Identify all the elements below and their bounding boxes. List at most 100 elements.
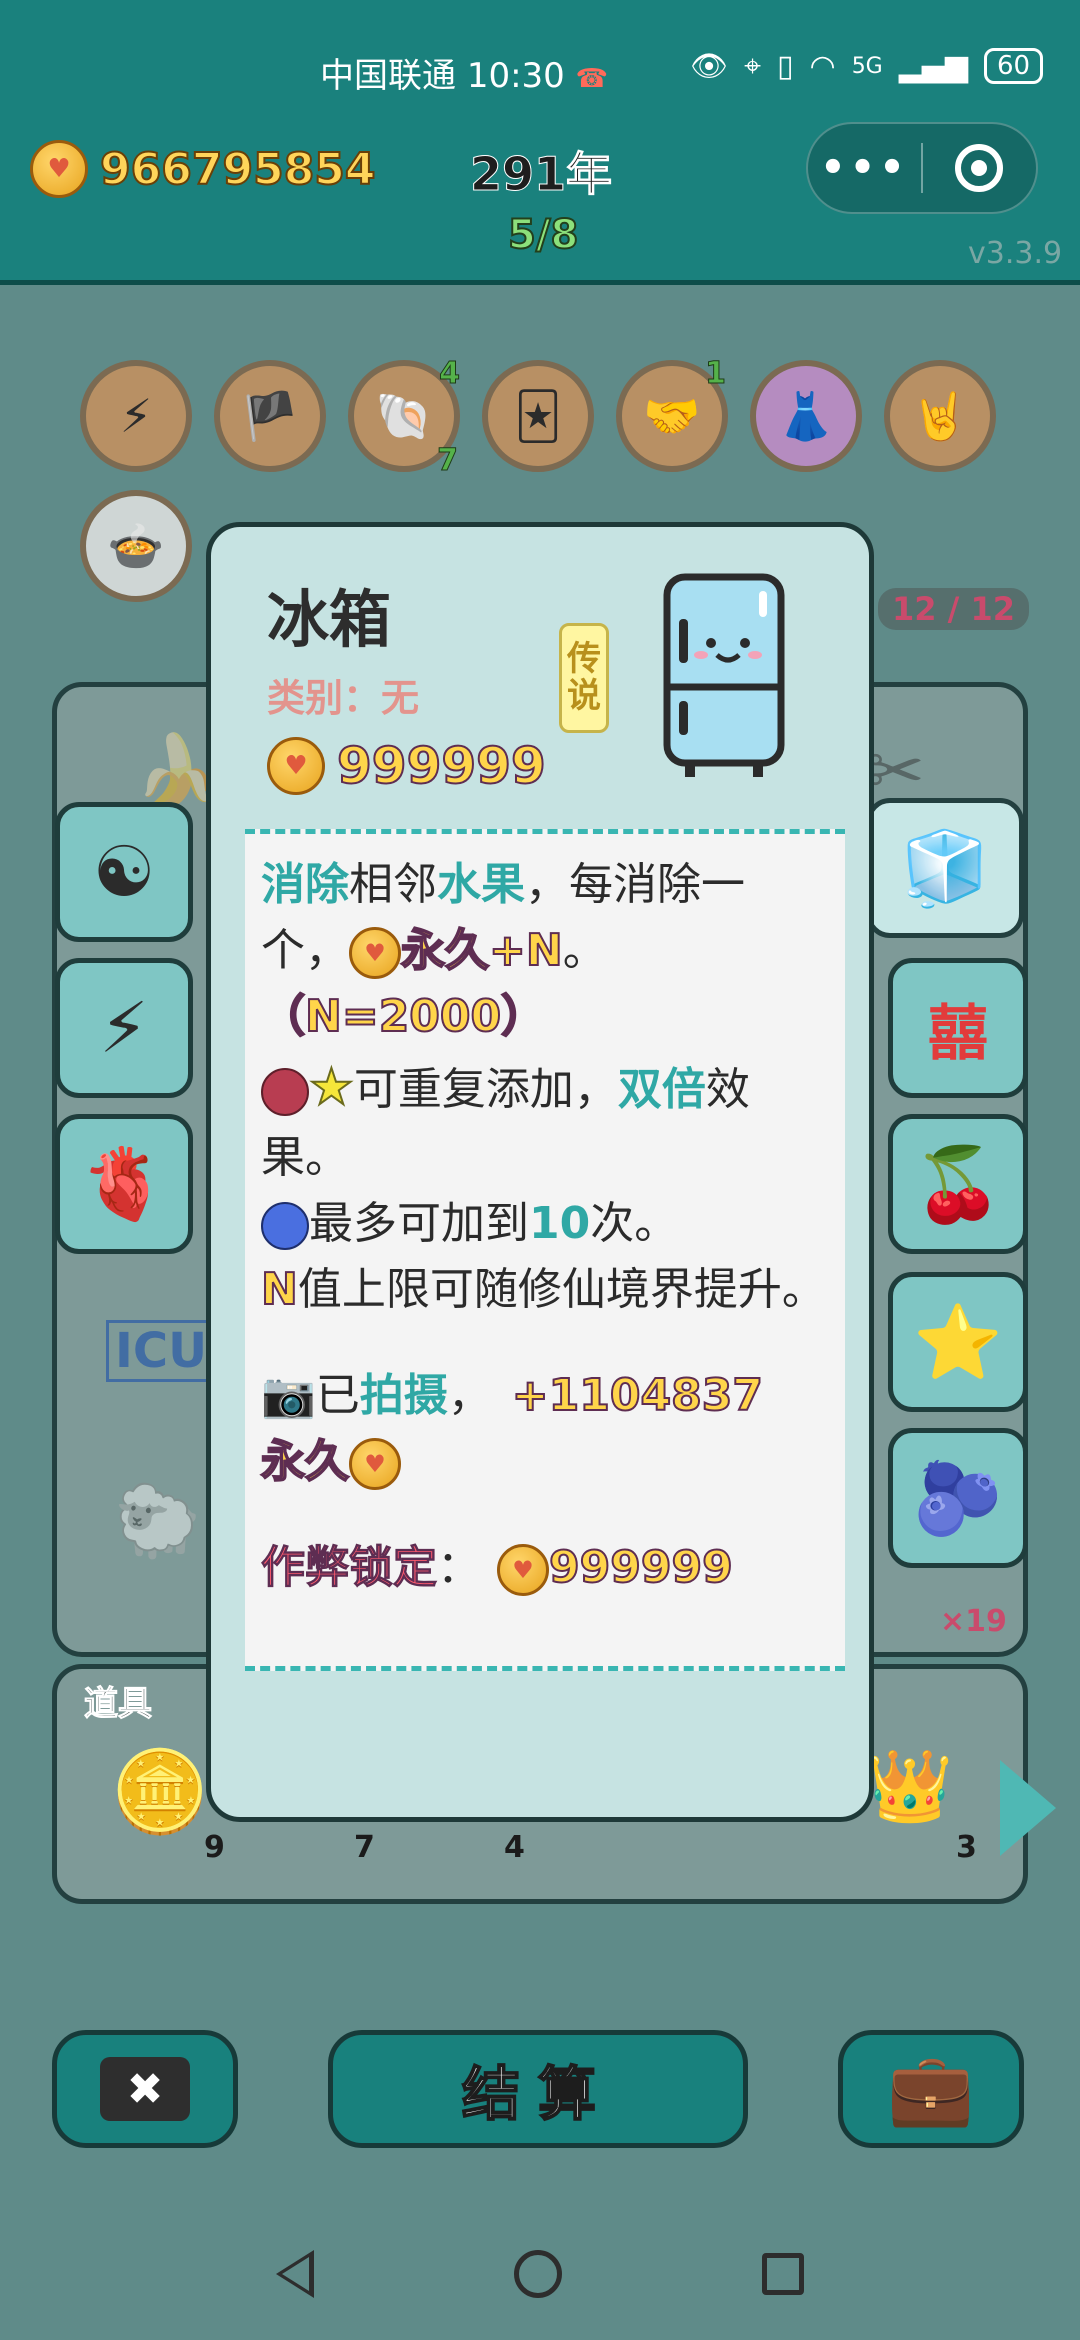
- shell-badge-icon[interactable]: 🐚 4 7: [348, 356, 460, 479]
- board-counter: 12 / 12: [878, 588, 1030, 630]
- desc-highlight: +1104837: [511, 1369, 764, 1422]
- item-title: 冰箱: [267, 583, 392, 656]
- desc-text: 可重复添加，: [353, 1064, 618, 1115]
- desc-text: 已: [315, 1370, 360, 1421]
- vibrate-icon: ▯: [776, 48, 794, 84]
- lightning-tile-icon[interactable]: ⚡: [55, 958, 193, 1098]
- pirate-badge-icon[interactable]: 🏴: [214, 360, 326, 472]
- badge-row-2: 🍲: [80, 490, 192, 602]
- network-label: 5G: [851, 53, 883, 79]
- desc-highlight: N: [260, 1263, 299, 1316]
- duck-pot-badge-icon[interactable]: 🍲: [80, 490, 192, 602]
- desc-line-6: 📷已拍摄， +1104837: [261, 1363, 829, 1429]
- coin-icon: ♥: [349, 927, 401, 979]
- recent-apps-icon[interactable]: [762, 2253, 804, 2295]
- handshake-badge-icon[interactable]: 🤝 1: [616, 356, 728, 472]
- liver-tile-icon[interactable]: 🫀: [55, 1114, 193, 1254]
- wifi-icon: ◠: [809, 48, 836, 84]
- coin-icon: ♥: [30, 140, 88, 198]
- desc-text: 值上限可随修仙境界提升。: [297, 1264, 826, 1315]
- desc-text: 最多可加到: [309, 1198, 529, 1249]
- crown-tool-icon[interactable]: 👑: [866, 1745, 953, 1828]
- desc-highlight: （N=2000）: [260, 990, 546, 1043]
- desc-keyword: 消除: [261, 859, 349, 910]
- target-icon: [955, 144, 1004, 192]
- rarity-tag-char: 传: [567, 638, 601, 679]
- rarity-tag: 传 说: [559, 623, 609, 733]
- stage-label: 5/8: [507, 211, 579, 259]
- time-card-badge-icon[interactable]: 🃏: [482, 360, 594, 472]
- briefcase-icon: 💼: [887, 2047, 975, 2130]
- desc-line-1: 消除相邻水果，每消除一个， ♥ 永久+N。: [261, 852, 829, 984]
- dollar-coin-tool-icon[interactable]: 🪙: [110, 1745, 210, 1839]
- cancel-button[interactable]: ✖: [52, 2030, 238, 2148]
- desc-text: 。: [562, 925, 607, 976]
- lightning-badge-icon[interactable]: ⚡: [80, 360, 192, 472]
- eye-icon: 👁: [690, 48, 729, 84]
- desc-line-3: ★可重复添加，双倍效果。: [261, 1050, 829, 1191]
- version-label: v3.3.9: [968, 236, 1063, 271]
- lychee-tile-icon[interactable]: 🍒: [888, 1114, 1028, 1254]
- desc-text: 相邻: [349, 859, 437, 910]
- multiplier-label: ×19: [940, 1604, 1007, 1639]
- desc-line-2: （N=2000）: [260, 984, 829, 1050]
- notification-icon: ☎: [575, 64, 608, 94]
- close-miniprogram-button[interactable]: [923, 144, 1036, 192]
- next-page-arrow-icon[interactable]: [1000, 1760, 1056, 1856]
- double-happiness-tile-icon[interactable]: 囍: [888, 958, 1028, 1098]
- item-detail-modal: 冰箱 类别：无 传 说 ♥ 999999 消除相邻水果，每消除一个， ♥ 永久+N。…: [206, 522, 874, 1822]
- fridge-icon: [663, 573, 785, 777]
- cheat-lock-label: 作弊锁定: [261, 1542, 438, 1594]
- desc-keyword: 拍摄: [359, 1370, 448, 1421]
- desc-text: 次。: [590, 1198, 679, 1249]
- desc-spacer: [261, 1495, 829, 1535]
- icu-label: ICU: [106, 1320, 217, 1382]
- tools-title: 道具: [84, 1684, 153, 1725]
- star-tile-icon[interactable]: ⭐: [888, 1272, 1028, 1412]
- more-menu-button[interactable]: •••: [808, 145, 921, 191]
- settle-button[interactable]: 结算: [328, 2030, 748, 2148]
- close-icon: ✖: [100, 2057, 190, 2121]
- lychee-icon: [261, 1068, 309, 1116]
- star-icon: ★: [308, 1057, 355, 1117]
- carrier-label: 中国联通: [320, 56, 456, 96]
- home-icon[interactable]: [514, 2250, 562, 2298]
- location-icon: ⌖: [744, 48, 761, 84]
- money-display: ♥ 966795854: [30, 140, 377, 198]
- desc-spacer: [261, 1323, 829, 1363]
- desc-text: ：: [437, 1542, 481, 1593]
- battery-indicator: 60: [983, 48, 1044, 84]
- status-bar: 中国联通 10:30 ☎: [320, 48, 608, 97]
- desc-line-8: 作弊锁定： ♥ 999999: [261, 1535, 829, 1601]
- desc-line-4: 最多可加到10次。: [261, 1191, 829, 1257]
- blueberry-tile-icon[interactable]: 🫐: [888, 1428, 1028, 1568]
- badge-row-1: ⚡ 🏴 🐚 4 7 🃏 🤝 1 👗 🤘: [80, 356, 996, 479]
- coin-icon: ♥: [497, 1544, 549, 1596]
- item-category: 类别：无: [267, 676, 420, 720]
- camera-icon: 📷: [261, 1370, 316, 1421]
- status-icons: 👁 ⌖ ▯ ◠ 5G ▂▄▆ 60: [690, 48, 1044, 84]
- coin-icon: ♥: [267, 737, 325, 795]
- yin-yang-tile-icon[interactable]: ☯: [55, 802, 193, 942]
- tool-count: 9: [204, 1830, 225, 1865]
- tool-count: 3: [956, 1830, 977, 1865]
- back-icon[interactable]: [276, 2250, 314, 2298]
- desc-line-5: N值上限可随修仙境界提升。: [260, 1257, 829, 1323]
- fridge-tile-icon[interactable]: 🧊: [866, 798, 1024, 938]
- desc-keyword: 水果: [437, 859, 525, 910]
- rarity-tag-char: 说: [567, 676, 601, 716]
- item-description: 消除相邻水果，每消除一个， ♥ 永久+N。 （N=2000） ★可重复添加，双倍效果…: [245, 829, 845, 1671]
- desc-keyword: 10: [529, 1198, 591, 1249]
- clock: 10:30: [466, 56, 565, 96]
- signal-icon: ▂▄▆: [898, 48, 968, 84]
- tool-count: 7: [354, 1830, 375, 1865]
- cheat-lock-value: 999999: [548, 1541, 734, 1594]
- rock-hand-badge-icon[interactable]: 🤘: [884, 360, 996, 472]
- year-label: 291年: [469, 147, 613, 202]
- desc-highlight: 永久: [260, 1435, 350, 1488]
- skirt-badge-icon[interactable]: 👗: [750, 360, 862, 472]
- briefcase-button[interactable]: 💼: [838, 2030, 1024, 2148]
- desc-line-7: 永久 ♥: [260, 1429, 829, 1495]
- sheep-icon: 🐑: [114, 1480, 202, 1562]
- desc-keyword: 双倍: [617, 1064, 706, 1115]
